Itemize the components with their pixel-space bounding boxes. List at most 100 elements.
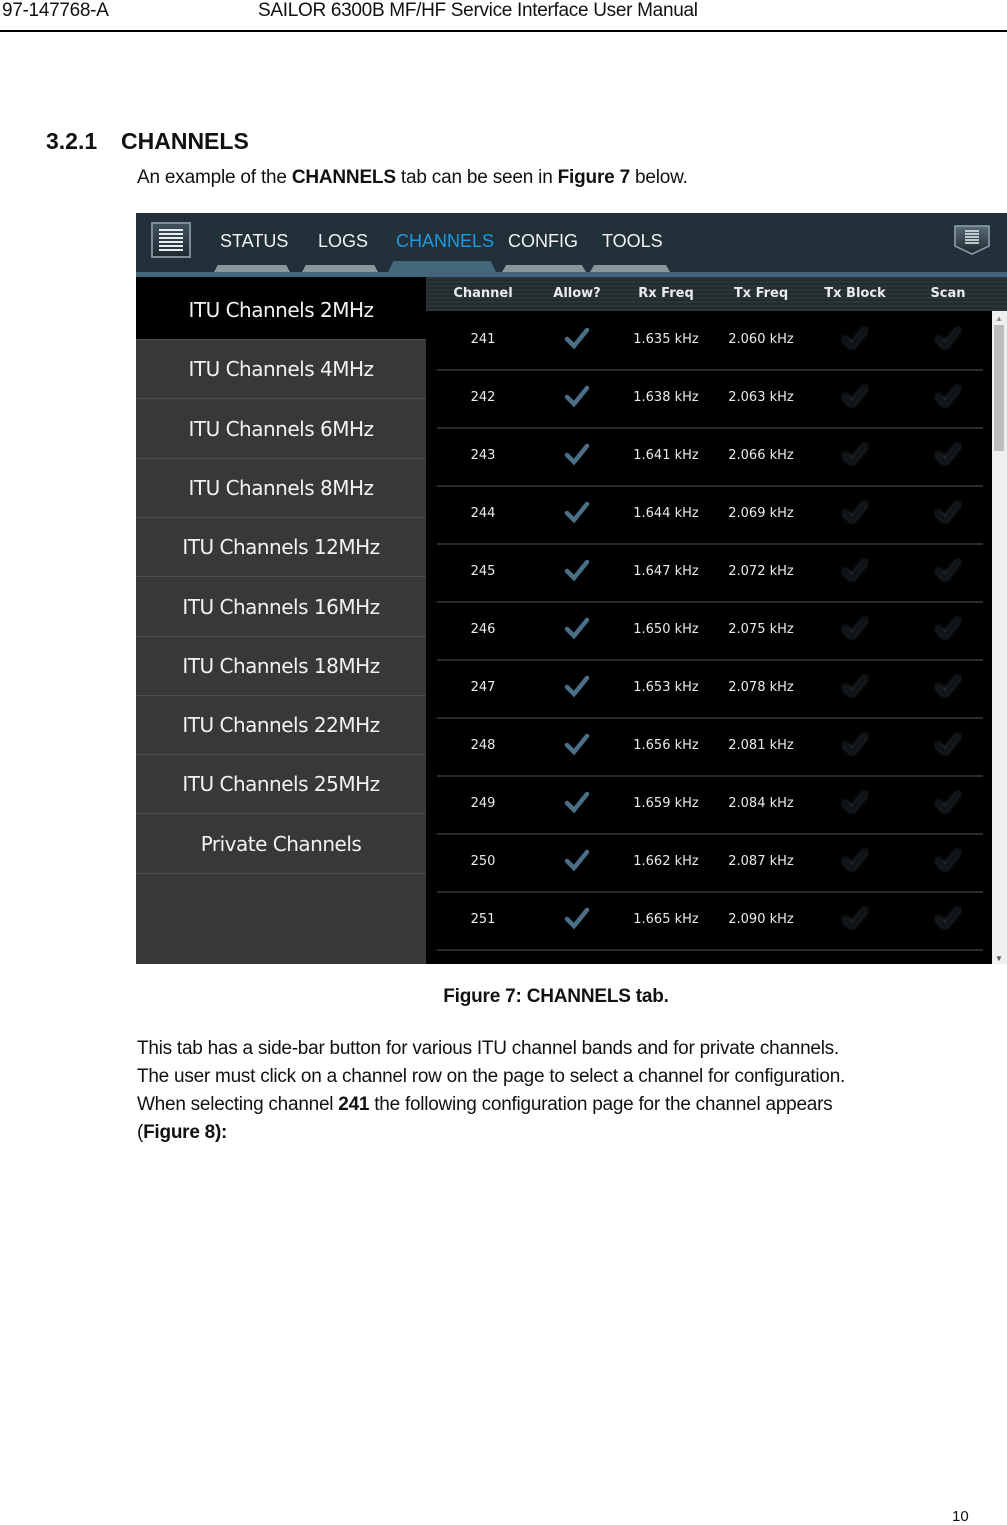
table-row[interactable]: 247 1.653 kHz 2.078 kHz <box>437 659 983 719</box>
check-off-icon[interactable] <box>934 558 962 582</box>
sidebar-item[interactable]: Private Channels <box>136 815 426 874</box>
check-off-icon[interactable] <box>841 790 869 814</box>
sidebar-item[interactable]: ITU Channels 4MHz <box>136 340 426 400</box>
check-off-icon[interactable] <box>934 674 962 698</box>
sidebar-item[interactable]: ITU Channels 22MHz <box>136 696 426 756</box>
channel-number: 248 <box>470 738 496 753</box>
check-off-icon[interactable] <box>934 906 962 930</box>
section-number: 3.2.1 <box>46 128 98 154</box>
table-row[interactable]: 241 1.635 kHz 2.060 kHz <box>437 311 983 371</box>
scroll-down-icon[interactable]: ▼ <box>995 954 1003 963</box>
check-on-icon[interactable] <box>563 674 591 698</box>
check-off-icon[interactable] <box>934 790 962 814</box>
table-row[interactable]: 244 1.644 kHz 2.069 kHz <box>437 485 983 545</box>
tx-freq: 2.090 kHz <box>728 912 794 927</box>
sidebar-item[interactable]: ITU Channels 2MHz <box>136 281 426 340</box>
tx-freq: 2.066 kHz <box>728 448 794 463</box>
body-text: When selecting channel <box>137 1094 339 1115</box>
check-on-icon[interactable] <box>563 790 591 814</box>
rx-freq: 1.662 kHz <box>633 854 699 869</box>
check-off-icon[interactable] <box>934 616 962 640</box>
check-on-icon[interactable] <box>563 500 591 524</box>
channel-number: 242 <box>470 390 496 405</box>
tab-status[interactable]: STATUS <box>220 231 288 252</box>
tx-freq: 2.084 kHz <box>728 796 794 811</box>
check-off-icon[interactable] <box>841 558 869 582</box>
body-line: The user must click on a channel row on … <box>137 1066 846 1087</box>
table-row[interactable]: 245 1.647 kHz 2.072 kHz <box>437 543 983 603</box>
check-off-icon[interactable] <box>841 326 869 350</box>
check-off-icon[interactable] <box>841 442 869 466</box>
table-scrollbar[interactable]: ▲ ▼ <box>992 311 1007 964</box>
check-off-icon[interactable] <box>934 384 962 408</box>
tab-logs[interactable]: LOGS <box>318 231 368 252</box>
check-on-icon[interactable] <box>563 906 591 930</box>
sidebar-item[interactable]: ITU Channels 25MHz <box>136 755 426 815</box>
channel-number: 245 <box>470 564 496 579</box>
check-on-icon[interactable] <box>563 384 591 408</box>
table-header: Channel Allow? Rx Freq Tx Freq Tx Block Scan <box>426 277 1007 311</box>
check-off-icon[interactable] <box>841 616 869 640</box>
check-off-icon[interactable] <box>841 384 869 408</box>
check-off-icon[interactable] <box>934 326 962 350</box>
sidebar-item[interactable]: ITU Channels 6MHz <box>136 400 426 459</box>
table-row[interactable]: 248 1.656 kHz 2.081 kHz <box>437 717 983 777</box>
check-off-icon[interactable] <box>934 732 962 756</box>
intro-text: An example of the <box>137 167 292 188</box>
check-on-icon[interactable] <box>563 558 591 582</box>
scroll-up-icon[interactable]: ▲ <box>995 314 1003 323</box>
rx-freq: 1.656 kHz <box>633 738 699 753</box>
figure-caption: Figure 7: CHANNELS tab. <box>443 986 669 1007</box>
table-row[interactable]: 249 1.659 kHz 2.084 kHz <box>437 775 983 835</box>
column-header: Tx Freq <box>733 286 789 301</box>
tx-freq: 2.087 kHz <box>728 854 794 869</box>
tab-indicator <box>590 265 670 272</box>
body-paragraph: This tab has a side-bar button for vario… <box>137 1035 967 1147</box>
rx-freq: 1.653 kHz <box>633 680 699 695</box>
check-off-icon[interactable] <box>841 732 869 756</box>
tab-config[interactable]: CONFIG <box>508 231 578 252</box>
rx-freq: 1.638 kHz <box>633 390 699 405</box>
table-row[interactable]: 251 1.665 kHz 2.090 kHz <box>437 891 983 951</box>
check-off-icon[interactable] <box>841 500 869 524</box>
check-off-icon[interactable] <box>934 500 962 524</box>
table-row[interactable]: 246 1.650 kHz 2.075 kHz <box>437 601 983 661</box>
sidebar-item[interactable]: ITU Channels 16MHz <box>136 578 426 637</box>
tx-freq: 2.072 kHz <box>728 564 794 579</box>
sidebar-item[interactable]: ITU Channels 8MHz <box>136 459 426 518</box>
check-on-icon[interactable] <box>563 326 591 350</box>
table-row[interactable]: 242 1.638 kHz 2.063 kHz <box>437 369 983 429</box>
check-off-icon[interactable] <box>841 848 869 872</box>
intro-paragraph: An example of the CHANNELS tab can be se… <box>137 167 688 189</box>
body-line: When selecting channel 241 the following… <box>137 1091 967 1119</box>
tab-channels[interactable]: CHANNELS <box>396 231 494 252</box>
intro-text: tab can be seen in <box>395 167 558 188</box>
check-off-icon[interactable] <box>934 442 962 466</box>
section-title: CHANNELS <box>121 128 249 154</box>
check-off-icon[interactable] <box>841 906 869 930</box>
column-header: Allow? <box>553 286 601 301</box>
page-number: 10 <box>952 1508 969 1525</box>
channel-number: 246 <box>470 622 496 637</box>
table-row[interactable]: 250 1.662 kHz 2.087 kHz <box>437 833 983 893</box>
channel-number: 249 <box>470 796 496 811</box>
scroll-thumb[interactable] <box>994 325 1004 451</box>
menu-dropdown-icon[interactable] <box>954 225 990 255</box>
menu-list-icon[interactable] <box>151 222 191 258</box>
top-nav-bar: STATUS LOGS CHANNELS CONFIG TOOLS <box>136 213 1007 273</box>
sidebar-item[interactable]: ITU Channels 18MHz <box>136 637 426 696</box>
channel-number: 241 <box>470 332 496 347</box>
check-on-icon[interactable] <box>563 442 591 466</box>
tab-indicator <box>502 265 586 272</box>
tx-freq: 2.060 kHz <box>728 332 794 347</box>
check-on-icon[interactable] <box>563 732 591 756</box>
check-off-icon[interactable] <box>841 674 869 698</box>
check-off-icon[interactable] <box>934 848 962 872</box>
check-on-icon[interactable] <box>563 848 591 872</box>
tx-freq: 2.075 kHz <box>728 622 794 637</box>
body-text: the following configuration page for the… <box>369 1094 833 1115</box>
tab-tools[interactable]: TOOLS <box>602 231 663 252</box>
check-on-icon[interactable] <box>563 616 591 640</box>
table-row[interactable]: 243 1.641 kHz 2.066 kHz <box>437 427 983 487</box>
sidebar-item[interactable]: ITU Channels 12MHz <box>136 518 426 578</box>
